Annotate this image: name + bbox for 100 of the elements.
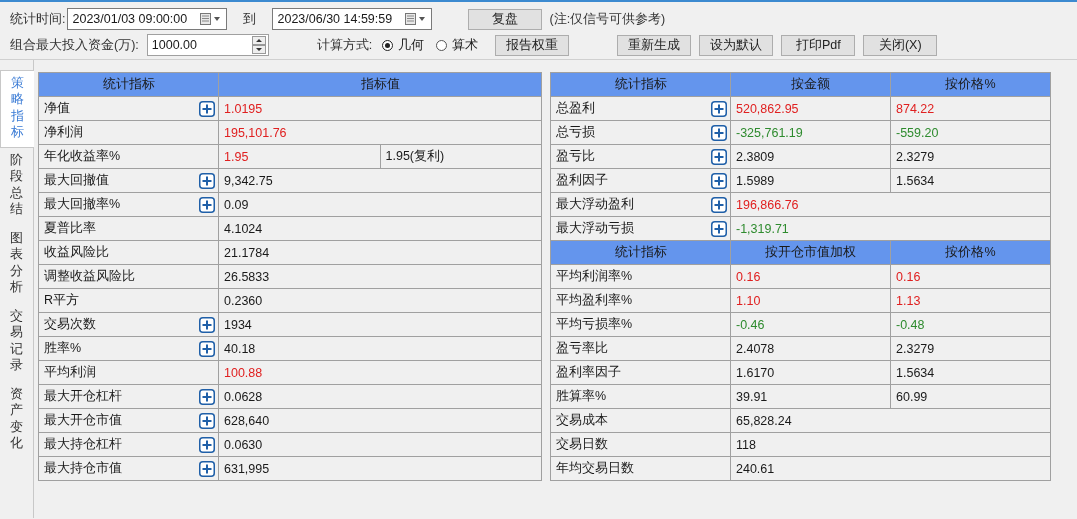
side-tab[interactable]: 图表分析 bbox=[0, 226, 33, 304]
action-button[interactable]: 打印Pdf bbox=[781, 34, 856, 56]
side-tab[interactable]: 策略指标 bbox=[0, 70, 34, 148]
value-cell: 40.18 bbox=[219, 337, 542, 361]
calendar-dropdown-icon bbox=[200, 13, 223, 25]
metric-label: 年化收益率% bbox=[44, 148, 121, 165]
metric-label: 交易日数 bbox=[556, 436, 608, 453]
plus-icon[interactable] bbox=[711, 148, 727, 165]
side-tab[interactable]: 资产变化 bbox=[0, 382, 33, 460]
column-header: 统计指标 bbox=[39, 73, 219, 97]
value-cell: 0.16 bbox=[731, 265, 891, 289]
plus-icon[interactable] bbox=[711, 100, 727, 117]
metric-label: 夏普比率 bbox=[44, 220, 96, 237]
column-header: 统计指标 bbox=[551, 241, 731, 265]
plus-icon[interactable] bbox=[711, 196, 727, 213]
metric-label: 胜算率% bbox=[556, 388, 607, 405]
action-button[interactable]: 关闭(X) bbox=[863, 34, 938, 56]
value-cell: -0.46 bbox=[731, 313, 891, 337]
value-cell: 118 bbox=[731, 433, 1051, 457]
radio-label[interactable]: 几何 bbox=[398, 36, 425, 54]
metric-label: 最大持仓市值 bbox=[44, 460, 122, 477]
radio-button[interactable] bbox=[382, 39, 394, 51]
note-text: (注:仅信号可供参考) bbox=[549, 10, 666, 28]
metric-label: 年均交易日数 bbox=[556, 460, 634, 477]
plus-icon[interactable] bbox=[711, 220, 727, 237]
metric-label: 盈利率因子 bbox=[556, 364, 621, 381]
value-cell: 0.09 bbox=[219, 193, 542, 217]
metric-label: 平均盈利率% bbox=[556, 292, 633, 309]
value-cell: 60.99 bbox=[891, 385, 1051, 409]
report-weight-button[interactable]: 报告权重 bbox=[495, 34, 570, 56]
value-cell: 1.95 bbox=[219, 145, 381, 169]
value-cell: 1.5634 bbox=[891, 361, 1051, 385]
metric-label: 最大浮动盈利 bbox=[556, 196, 634, 213]
metric-label: 总盈利 bbox=[556, 100, 595, 117]
metric-label: 交易次数 bbox=[44, 316, 96, 333]
metric-label: 胜率% bbox=[44, 340, 82, 357]
value-cell: 0.16 bbox=[891, 265, 1051, 289]
plus-icon[interactable] bbox=[199, 196, 215, 213]
value-cell: 1.10 bbox=[731, 289, 891, 313]
plus-icon[interactable] bbox=[199, 412, 215, 429]
value-cell: 0.2360 bbox=[219, 289, 542, 313]
metric-label: R平方 bbox=[44, 292, 80, 309]
metric-label: 最大开仓杠杆 bbox=[44, 388, 122, 405]
value-cell: 1.5989 bbox=[731, 169, 891, 193]
value-cell: 520,862.95 bbox=[731, 97, 891, 121]
action-button[interactable]: 设为默认 bbox=[699, 34, 774, 56]
value-cell: 240.61 bbox=[731, 457, 1051, 481]
capital-spin-field[interactable]: 1000.00 bbox=[146, 34, 269, 56]
side-tab[interactable]: 阶段总结 bbox=[0, 148, 33, 226]
metric-label: 净利润 bbox=[44, 124, 83, 141]
replay-button[interactable]: 复盘 bbox=[468, 8, 543, 30]
side-tab[interactable]: 交易记录 bbox=[0, 304, 33, 382]
value-cell: 2.4078 bbox=[731, 337, 891, 361]
capital-label: 组合最大投入资金(万): bbox=[10, 36, 139, 54]
time-label: 统计时间: bbox=[10, 10, 66, 28]
radio-button[interactable] bbox=[436, 39, 448, 51]
spinner-arrows-icon bbox=[251, 36, 266, 54]
plus-icon[interactable] bbox=[711, 172, 727, 189]
metric-label: 净值 bbox=[44, 100, 70, 117]
metric-label: 盈亏比 bbox=[556, 148, 595, 165]
method-label: 计算方式: bbox=[316, 36, 373, 54]
end-date-field[interactable]: 2023/06/30 14:59:59 bbox=[272, 8, 433, 30]
plus-icon[interactable] bbox=[199, 460, 215, 477]
value-cell: 196,866.76 bbox=[731, 193, 1051, 217]
start-date-field[interactable]: 2023/01/03 09:00:00 bbox=[67, 8, 228, 30]
value-cell: -325,761.19 bbox=[731, 121, 891, 145]
value-cell: 0.0630 bbox=[219, 433, 542, 457]
value-cell: 65,828.24 bbox=[731, 409, 1051, 433]
value-cell: 0.0628 bbox=[219, 385, 542, 409]
plus-icon[interactable] bbox=[199, 316, 215, 333]
column-header: 按开仓市值加权 bbox=[731, 241, 891, 265]
value-cell: 1.0195 bbox=[219, 97, 542, 121]
metric-label: 盈利因子 bbox=[556, 172, 608, 189]
value-cell: 1.13 bbox=[891, 289, 1051, 313]
value-cell: 9,342.75 bbox=[219, 169, 542, 193]
value-cell: -1,319.71 bbox=[731, 217, 1051, 241]
value-cell: 628,640 bbox=[219, 409, 542, 433]
metric-label: 平均利润率% bbox=[556, 268, 633, 285]
action-button[interactable]: 重新生成 bbox=[617, 34, 692, 56]
to-label: 到 bbox=[243, 10, 257, 28]
value-cell: 26.5833 bbox=[219, 265, 542, 289]
metric-label: 平均利润 bbox=[44, 364, 96, 381]
value-cell: 1.95(复利) bbox=[380, 145, 542, 169]
metric-label: 盈亏率比 bbox=[556, 340, 608, 357]
value-cell: 21.1784 bbox=[219, 241, 542, 265]
metric-label: 最大回撤率% bbox=[44, 196, 121, 213]
metric-label: 平均亏损率% bbox=[556, 316, 633, 333]
plus-icon[interactable] bbox=[199, 340, 215, 357]
column-header: 按价格% bbox=[891, 73, 1051, 97]
metric-label: 调整收益风险比 bbox=[44, 268, 135, 285]
plus-icon[interactable] bbox=[199, 388, 215, 405]
plus-icon[interactable] bbox=[199, 436, 215, 453]
value-cell: -559.20 bbox=[891, 121, 1051, 145]
calendar-dropdown-icon bbox=[405, 13, 428, 25]
plus-icon[interactable] bbox=[711, 124, 727, 141]
plus-icon[interactable] bbox=[199, 172, 215, 189]
value-cell: 195,101.76 bbox=[219, 121, 542, 145]
plus-icon[interactable] bbox=[199, 100, 215, 117]
radio-label[interactable]: 算术 bbox=[452, 36, 479, 54]
metric-label: 最大回撤值 bbox=[44, 172, 109, 189]
